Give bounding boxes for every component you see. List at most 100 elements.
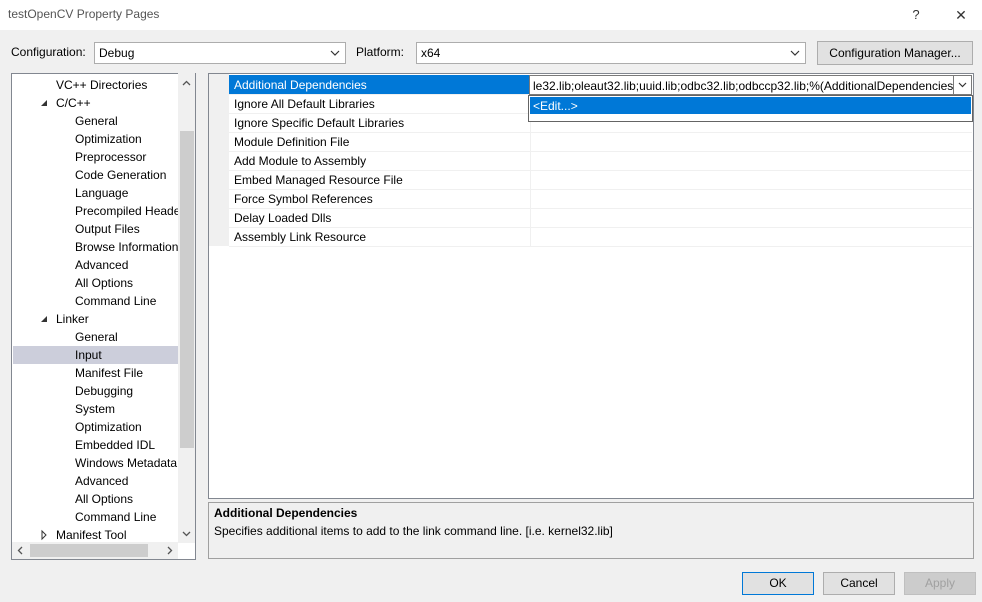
tree-item-label: All Options [75, 492, 134, 506]
tree-item-label: Command Line [75, 510, 157, 524]
property-row[interactable]: Delay Loaded Dlls [229, 208, 972, 228]
tree-item-label: Embedded IDL [75, 438, 156, 452]
value-dropdown-list: <Edit...> [528, 95, 973, 122]
tree-item[interactable]: All Options [13, 274, 178, 292]
ok-button[interactable]: OK [742, 572, 814, 595]
value-dropdown-button[interactable] [953, 76, 971, 94]
tree-item-label: General [75, 114, 118, 128]
tree-item[interactable]: Advanced [13, 256, 178, 274]
edit-menu-item-label: <Edit...> [533, 99, 578, 113]
configuration-label: Configuration: [11, 45, 86, 59]
property-name: Force Symbol References [234, 192, 373, 206]
configuration-select[interactable]: Debug [94, 42, 346, 64]
tree-item[interactable]: Code Generation [13, 166, 178, 184]
scroll-left-icon[interactable] [12, 542, 29, 559]
platform-label: Platform: [356, 45, 405, 59]
tree-item[interactable]: All Options [13, 490, 178, 508]
tree-item-label: All Options [75, 276, 134, 290]
value-text[interactable]: le32.lib;oleaut32.lib;uuid.lib;odbc32.li… [533, 79, 957, 93]
property-value[interactable] [530, 151, 973, 170]
tree-item[interactable]: Input [13, 346, 178, 364]
tree-item[interactable]: C/C++ [13, 94, 178, 112]
tree-item-label: Optimization [75, 420, 142, 434]
property-value[interactable] [530, 227, 973, 246]
tree-vertical-scroll-thumb[interactable] [180, 131, 194, 448]
property-name: Ignore All Default Libraries [234, 97, 375, 111]
tree-item[interactable]: VC++ Directories [13, 76, 178, 94]
tree-item-label: Input [75, 348, 102, 362]
property-value[interactable] [530, 189, 973, 208]
tree-horizontal-scroll-thumb[interactable] [30, 544, 148, 557]
tree-item-label: Optimization [75, 132, 142, 146]
property-row[interactable]: Force Symbol References [229, 189, 972, 209]
cancel-button[interactable]: Cancel [823, 572, 895, 595]
tree-item[interactable]: Output Files [13, 220, 178, 238]
tree-item[interactable]: Advanced [13, 472, 178, 490]
tree-item-label: Debugging [75, 384, 134, 398]
tree-item-label: Code Generation [75, 168, 167, 182]
tree-item[interactable]: Optimization [13, 130, 178, 148]
tree-item[interactable]: General [13, 328, 178, 346]
close-button[interactable]: ✕ [946, 4, 976, 26]
window-title: testOpenCV Property Pages [8, 7, 160, 21]
property-name: Additional Dependencies [234, 78, 367, 92]
property-name: Embed Managed Resource File [234, 173, 403, 187]
tree-item-label: Command Line [75, 294, 157, 308]
property-value[interactable] [530, 208, 973, 227]
property-value[interactable] [530, 170, 973, 189]
help-button[interactable]: ? [903, 4, 929, 26]
platform-value: x64 [421, 46, 441, 60]
configuration-value: Debug [99, 46, 135, 60]
property-row[interactable]: Add Module to Assembly [229, 151, 972, 171]
tree-item-label: Precompiled Heade [75, 204, 178, 218]
tree-item[interactable]: Language [13, 184, 178, 202]
tree-item[interactable]: Debugging [13, 382, 178, 400]
tree-item-label: C/C++ [56, 96, 91, 110]
tree-item[interactable]: Preprocessor [13, 148, 178, 166]
tree-item[interactable]: Embedded IDL [13, 436, 178, 454]
tree-item[interactable]: Manifest File [13, 364, 178, 382]
description-title: Additional Dependencies [214, 506, 358, 520]
platform-select[interactable]: x64 [416, 42, 806, 64]
property-row[interactable]: Assembly Link Resource [229, 227, 972, 247]
tree-item-label: Preprocessor [75, 150, 147, 164]
tree-expanded-icon[interactable] [40, 94, 50, 112]
tree-item-label: VC++ Directories [56, 78, 148, 92]
tree-item[interactable]: General [13, 112, 178, 130]
tree-item-label: Linker [56, 312, 89, 326]
chevron-down-icon [330, 48, 340, 58]
tree-item[interactable]: Precompiled Heade [13, 202, 178, 220]
additional-dependencies-value-editor[interactable]: le32.lib;oleaut32.lib;uuid.lib;odbc32.li… [529, 75, 972, 95]
property-name: Module Definition File [234, 135, 350, 149]
tree-item[interactable]: Browse Information [13, 238, 178, 256]
tree-item[interactable]: Optimization [13, 418, 178, 436]
tree-item[interactable]: Linker [13, 310, 178, 328]
tree-item[interactable]: Command Line [13, 508, 178, 526]
tree-item-label: System [75, 402, 116, 416]
property-row[interactable]: Embed Managed Resource File [229, 170, 972, 190]
tree-item-label: Output Files [75, 222, 140, 236]
tree-item-label: Browse Information [75, 240, 178, 254]
tree-item[interactable]: Windows Metadata [13, 454, 178, 472]
tree-item-label: General [75, 330, 118, 344]
scroll-down-icon[interactable] [178, 525, 195, 542]
scroll-right-icon[interactable] [161, 542, 178, 559]
property-value[interactable] [530, 132, 973, 151]
property-name: Assembly Link Resource [234, 230, 367, 244]
property-name: Add Module to Assembly [234, 154, 367, 168]
tree-item-label: Manifest File [75, 366, 144, 380]
grid-gutter [209, 74, 229, 246]
tree-item-label: Advanced [75, 258, 129, 272]
tree-item-label: Advanced [75, 474, 129, 488]
property-name: Delay Loaded Dlls [234, 211, 332, 225]
scroll-up-icon[interactable] [178, 75, 195, 92]
apply-button[interactable]: Apply [904, 572, 976, 595]
tree-item-label: Language [75, 186, 129, 200]
tree-expanded-icon[interactable] [40, 310, 50, 328]
tree-item[interactable]: System [13, 400, 178, 418]
configuration-manager-button[interactable]: Configuration Manager... [817, 41, 973, 65]
property-row[interactable]: Module Definition File [229, 132, 972, 152]
tree-item[interactable]: Command Line [13, 292, 178, 310]
edit-menu-item[interactable]: <Edit...> [530, 97, 971, 114]
chevron-down-icon [790, 48, 800, 58]
